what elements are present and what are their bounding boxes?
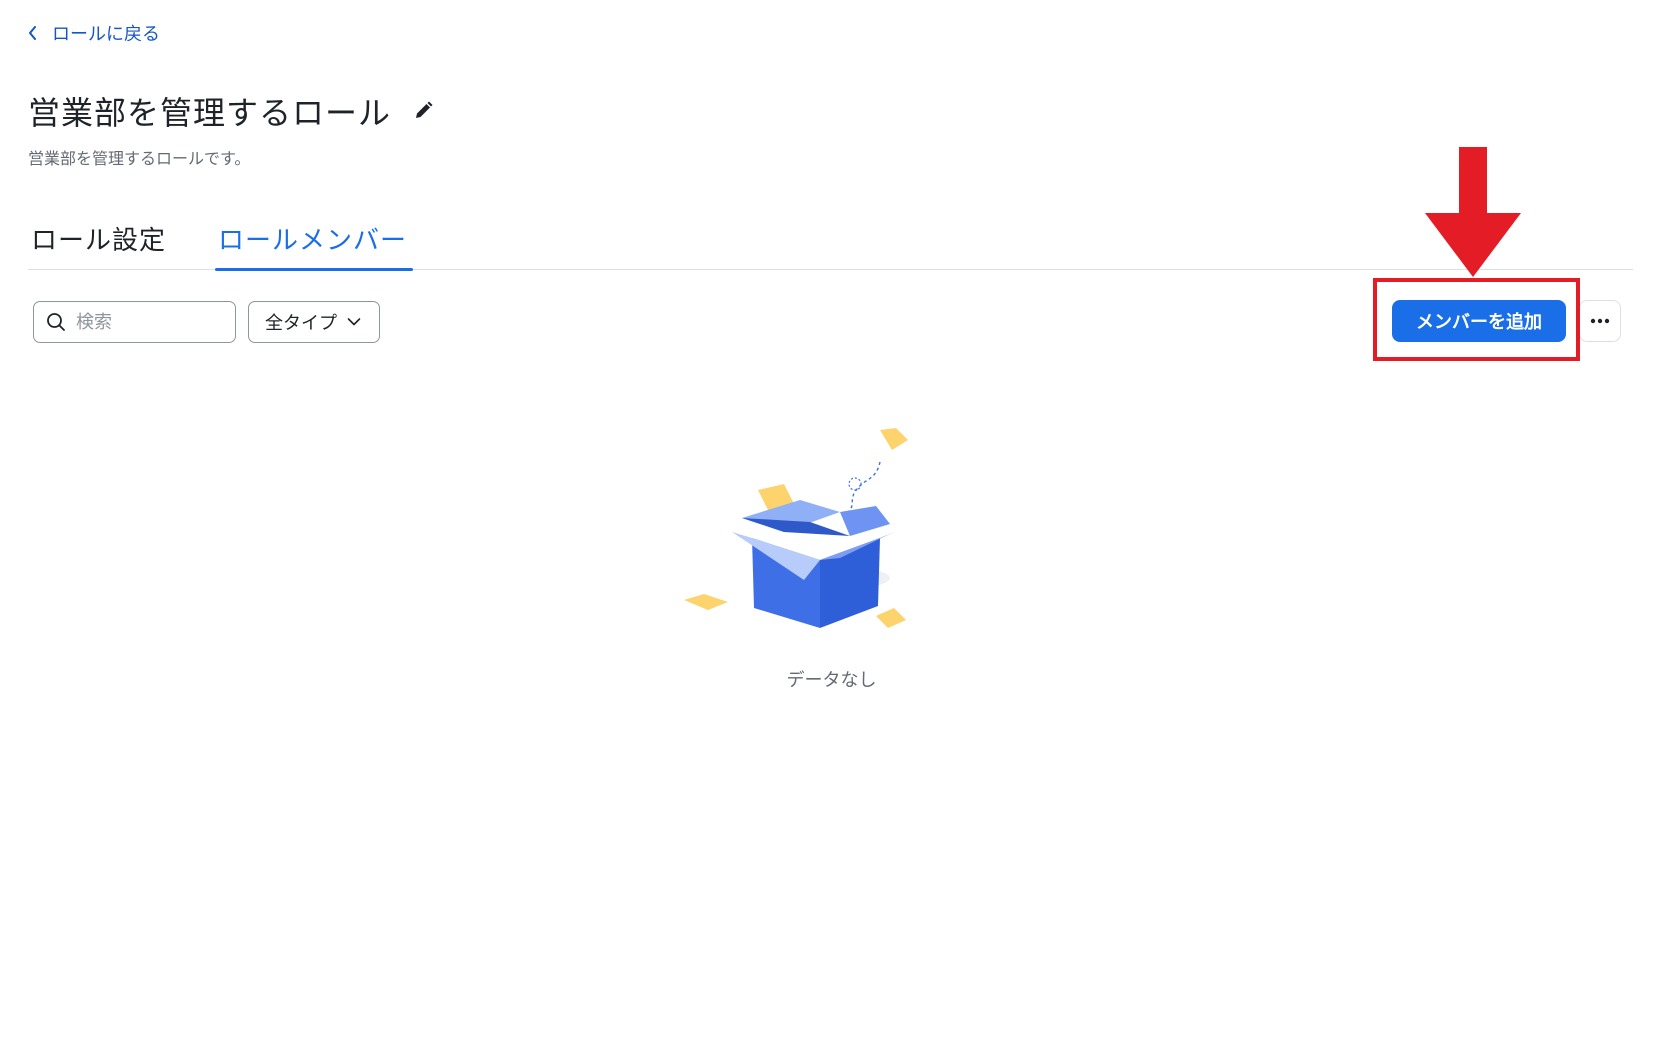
page-title: 営業部を管理するロール <box>28 94 392 132</box>
tab-role-members[interactable]: ロールメンバー <box>218 220 407 257</box>
back-link[interactable]: ロールに戻る <box>28 20 160 46</box>
more-horizontal-icon <box>1590 318 1610 324</box>
tab-role-settings[interactable]: ロール設定 <box>31 220 166 257</box>
active-tab-indicator <box>215 267 413 271</box>
pencil-icon[interactable] <box>413 101 433 121</box>
chevron-down-icon <box>347 318 361 326</box>
search-icon <box>47 313 65 331</box>
search-input[interactable] <box>74 310 218 334</box>
annotation-arrow-down-icon <box>1425 147 1521 277</box>
type-filter-select[interactable]: 全タイプ <box>248 301 380 343</box>
more-button[interactable] <box>1579 300 1621 342</box>
type-filter-value: 全タイプ <box>265 313 337 334</box>
search-box[interactable] <box>33 301 236 343</box>
tab-bar: ロール設定 ロールメンバー <box>28 200 1633 271</box>
page-description: 営業部を管理するロールです。 <box>28 149 251 168</box>
annotation-highlight-box <box>1373 278 1580 361</box>
chevron-left-icon <box>29 26 36 40</box>
back-link-label: ロールに戻る <box>52 24 160 45</box>
empty-box-icon <box>684 428 908 628</box>
empty-state-text: データなし <box>786 670 877 691</box>
